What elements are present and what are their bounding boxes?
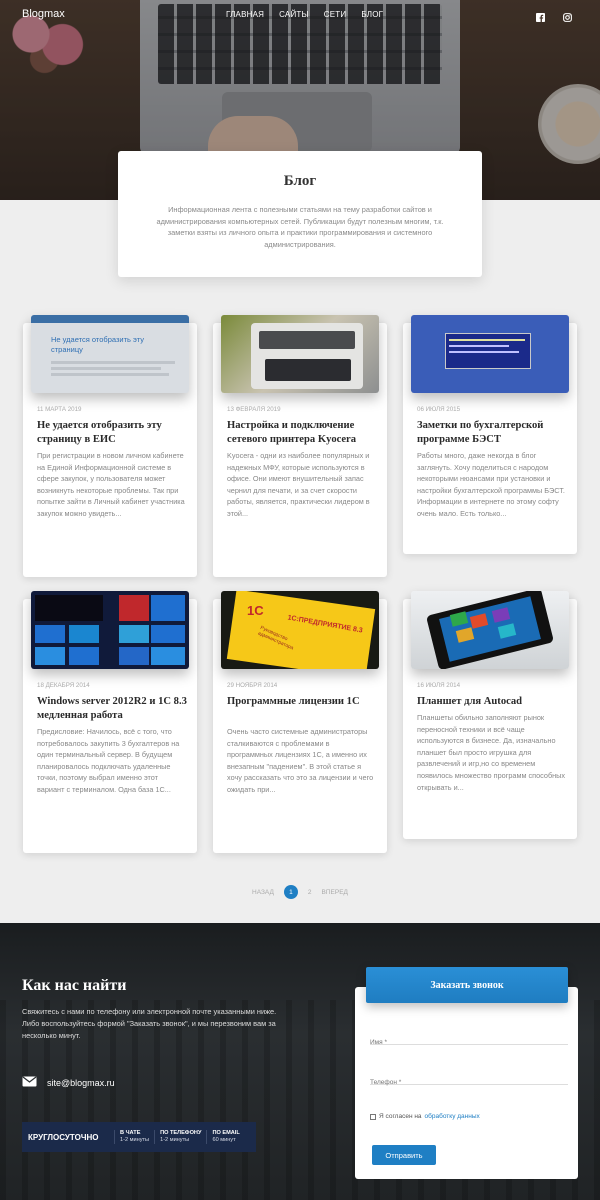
contact-footer: Как нас найти Свяжитесь с нами по телефо…: [0, 923, 600, 1200]
post-excerpt: Очень часто системные администраторы ста…: [227, 727, 374, 794]
blog-description: Информационная лента с полезными статьям…: [156, 205, 444, 249]
post-card[interactable]: 1С 1С:ПРЕДПРИЯТИЕ 8.3 Руководство админи…: [213, 591, 387, 853]
post-card[interactable]: Не удается отобразить эту страницу 11 МА…: [23, 315, 197, 577]
prev-page-link[interactable]: НАЗАД: [252, 889, 274, 896]
post-excerpt: Планшеты обильно заполняют рынок перенос…: [417, 713, 566, 792]
facebook-icon[interactable]: [536, 9, 545, 22]
instagram-icon[interactable]: [563, 9, 572, 22]
post-excerpt: Работы много, даже некогда в блог заглян…: [417, 451, 565, 518]
social-links: [536, 9, 572, 22]
post-thumbnail[interactable]: [221, 315, 379, 393]
post-date: 29 НОЯБРЯ 2014: [227, 682, 278, 689]
banner-chat-title: В ЧАТЕ: [120, 1130, 141, 1136]
nav-item-home[interactable]: ГЛАВНАЯ: [226, 10, 264, 19]
post-title[interactable]: Планшет для Autocad: [417, 695, 567, 709]
post-title[interactable]: Заметки по бухгалтерской программе БЭСТ: [417, 419, 567, 447]
post-card[interactable]: 13 ФЕВРАЛЯ 2019 Настройка и подключение …: [213, 315, 387, 577]
envelope-icon: [22, 1074, 37, 1092]
name-input[interactable]: [370, 1039, 568, 1046]
page-1-link[interactable]: 1: [283, 885, 298, 899]
post-thumbnail[interactable]: Не удается отобразить эту страницу: [31, 315, 189, 393]
post-date: 06 ИЮЛЯ 2015: [417, 406, 461, 413]
banner-email-title: ПО EMAIL: [212, 1130, 240, 1136]
nav-item-sites[interactable]: САЙТЫ: [279, 10, 309, 19]
banner-phone-sub: 1-2 минуты: [160, 1137, 190, 1143]
post-date: 13 ФЕВРАЛЯ 2019: [227, 406, 281, 413]
post-date: 18 ДЕКАБРЯ 2014: [37, 682, 90, 689]
banner-chat-sub: 1-2 минуты: [120, 1137, 150, 1143]
banner-email-sub: 60 минут: [212, 1137, 236, 1143]
consent-text: Я согласен на: [379, 1113, 422, 1120]
page-title: Блог: [283, 173, 317, 189]
consent-checkbox[interactable]: [370, 1113, 376, 1120]
post-thumbnail[interactable]: [31, 591, 189, 669]
post-title[interactable]: Не удается отобразить эту страницу в ЕИС: [37, 419, 187, 447]
post-excerpt: При регистрации в новом личном кабинете …: [37, 451, 185, 518]
phone-field[interactable]: [370, 1071, 568, 1086]
contact-title: Как нас найти: [22, 977, 127, 994]
banner-phone-title: ПО ТЕЛЕФОНУ: [160, 1130, 202, 1136]
post-date: 16 ИЮЛЯ 2014: [417, 682, 461, 689]
next-page-link[interactable]: ВПЕРЕД: [322, 889, 348, 896]
post-card[interactable]: 16 ИЮЛЯ 2014 Планшет для Autocad Планшет…: [403, 591, 577, 839]
top-navbar: Blogmax ГЛАВНАЯ САЙТЫ СЕТИ БЛОГ: [0, 0, 600, 30]
post-excerpt: Предисловие: Начилось, всё с того, что п…: [37, 727, 180, 794]
phone-input[interactable]: [370, 1079, 568, 1086]
blog-intro-card: Блог Информационная лента с полезными ст…: [118, 151, 482, 277]
post-thumbnail[interactable]: 1С 1С:ПРЕДПРИЯТИЕ 8.3 Руководство админи…: [221, 591, 379, 669]
post-card[interactable]: 06 ИЮЛЯ 2015 Заметки по бухгалтерской пр…: [403, 315, 577, 554]
page-2-link[interactable]: 2: [308, 889, 312, 896]
support-banner: КРУГЛОСУТОЧНО В ЧАТЕ 1-2 минуты ПО ТЕЛЕФО…: [22, 1122, 256, 1152]
submit-button[interactable]: Отправить: [372, 1145, 436, 1165]
contact-email[interactable]: site@blogmax.ru: [22, 1074, 115, 1092]
post-date: 11 МАРТА 2019: [37, 406, 82, 413]
contact-lead: Свяжитесь с нами по телефону или электро…: [22, 1007, 277, 1040]
post-thumbnail[interactable]: [411, 591, 569, 669]
thumb-heading: Не удается отобразить эту страницу: [51, 335, 144, 354]
nav-item-networks[interactable]: СЕТИ: [324, 10, 347, 19]
pagination: НАЗАД 1 2 ВПЕРЕД: [0, 884, 600, 900]
thumb-brand: 1С: [247, 603, 264, 618]
post-thumbnail[interactable]: [411, 315, 569, 393]
consent-checkbox-row[interactable]: Я согласен на обработку данных: [370, 1113, 480, 1120]
email-link[interactable]: site@blogmax.ru: [47, 1078, 115, 1088]
banner-main: КРУГЛОСУТОЧНО: [28, 1132, 99, 1142]
nav-item-blog[interactable]: БЛОГ: [361, 10, 383, 19]
consent-link[interactable]: обработку данных: [425, 1113, 480, 1120]
post-excerpt: Kyocera - одни из наиболее популярных и …: [227, 451, 370, 518]
site-logo[interactable]: Blogmax: [22, 8, 65, 20]
callback-form-title: Заказать звонок: [366, 967, 568, 1003]
main-nav: ГЛАВНАЯ САЙТЫ СЕТИ БЛОГ: [226, 10, 383, 19]
post-title[interactable]: Windows server 2012R2 и 1С 8.3 медленная…: [37, 695, 187, 723]
post-title[interactable]: Программные лицензии 1С: [227, 695, 377, 709]
post-title[interactable]: Настройка и подключение сетевого принтер…: [227, 419, 377, 447]
name-field[interactable]: [370, 1031, 568, 1046]
post-card[interactable]: 18 ДЕКАБРЯ 2014 Windows server 2012R2 и …: [23, 591, 197, 853]
